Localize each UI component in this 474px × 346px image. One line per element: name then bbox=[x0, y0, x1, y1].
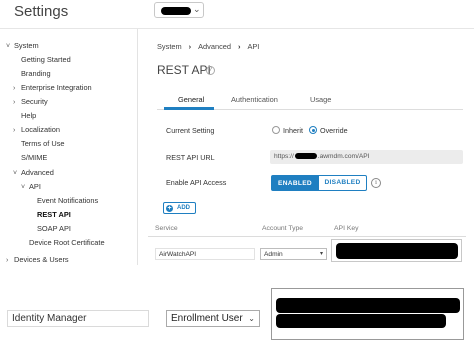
sidebar-item-enterprise-integration[interactable]: › Enterprise Integration bbox=[13, 83, 92, 92]
sidebar-item-label: REST API bbox=[37, 210, 71, 219]
breadcrumb-item-system[interactable]: System bbox=[157, 42, 182, 51]
column-header-api-key: API Key bbox=[334, 225, 359, 232]
tab-usage[interactable]: Usage bbox=[310, 95, 331, 104]
sidebar-item-label: Getting Started bbox=[21, 55, 71, 64]
sidebar-item-label: API bbox=[29, 182, 41, 191]
page-title: REST API bbox=[157, 63, 211, 77]
info-circle-icon[interactable]: i bbox=[371, 178, 381, 188]
inherit-label[interactable]: Inherit bbox=[283, 126, 303, 135]
tab-general[interactable]: General bbox=[178, 95, 204, 104]
chevron-right-icon: › bbox=[188, 42, 192, 51]
sidebar-item-label: System bbox=[14, 41, 39, 50]
sidebar-item-smime[interactable]: S/MIME bbox=[21, 153, 47, 162]
api-key-field[interactable] bbox=[271, 288, 464, 340]
url-prefix: https:// bbox=[274, 153, 294, 160]
chevron-down-icon: ⌄ bbox=[193, 4, 201, 14]
sidebar-item-rest-api[interactable]: REST API bbox=[37, 210, 71, 219]
active-tab-indicator bbox=[164, 107, 214, 110]
column-header-service: Service bbox=[155, 225, 178, 232]
organization-group-selector[interactable]: ⌄ bbox=[154, 2, 204, 18]
chevron-down-icon: ˅ bbox=[6, 43, 11, 50]
header-divider bbox=[0, 28, 474, 29]
chevron-right-icon: › bbox=[13, 85, 16, 92]
chevron-right-icon: › bbox=[13, 99, 16, 106]
chevron-down-icon: ▾ bbox=[319, 251, 323, 257]
sidebar-item-label: Event Notifications bbox=[37, 196, 99, 205]
plus-circle-icon: + bbox=[166, 204, 173, 212]
redacted-url-segment bbox=[294, 153, 317, 160]
rest-api-url-field: https:// .awmdm.com/API bbox=[270, 150, 463, 164]
sidebar-item-label: SOAP API bbox=[37, 224, 71, 233]
api-key-field[interactable] bbox=[331, 239, 462, 262]
sidebar-item-system[interactable]: ˅ System bbox=[6, 41, 39, 50]
sidebar-item-terms-of-use[interactable]: Terms of Use bbox=[21, 139, 65, 148]
tab-authentication[interactable]: Authentication bbox=[231, 95, 278, 104]
chevron-right-icon: › bbox=[13, 127, 16, 134]
breadcrumb-item-advanced[interactable]: Advanced bbox=[198, 42, 231, 51]
table-header-divider bbox=[148, 236, 466, 237]
sidebar-item-localization[interactable]: › Localization bbox=[13, 125, 60, 134]
chevron-right-icon: › bbox=[237, 42, 241, 51]
chevron-down-icon: ˅ bbox=[21, 184, 26, 191]
chevron-down-icon: ⌄ bbox=[248, 314, 255, 323]
rest-api-url-label: REST API URL bbox=[166, 153, 215, 162]
account-type-select[interactable]: Admin ▾ bbox=[260, 248, 327, 260]
sidebar-item-label: S/MIME bbox=[21, 153, 48, 162]
add-button-label: ADD bbox=[177, 204, 190, 211]
disabled-toggle-button[interactable]: DISABLED bbox=[319, 175, 367, 191]
sidebar-item-label: Branding bbox=[21, 69, 51, 78]
service-name-value: Identity Manager bbox=[12, 313, 87, 324]
account-type-value: Enrollment User bbox=[171, 313, 243, 324]
sidebar-item-label: Devices & Users bbox=[14, 255, 69, 264]
chevron-right-icon: › bbox=[6, 257, 9, 264]
sidebar-item-event-notifications[interactable]: Event Notifications bbox=[37, 196, 98, 205]
sidebar-divider bbox=[137, 29, 138, 265]
sidebar-item-label: Help bbox=[21, 111, 37, 120]
add-button[interactable]: + ADD bbox=[163, 202, 196, 214]
sidebar-item-getting-started[interactable]: Getting Started bbox=[21, 55, 71, 64]
account-type-select[interactable]: Enrollment User ⌄ bbox=[166, 310, 260, 327]
service-name-input[interactable]: AirWatchAPI bbox=[155, 248, 255, 260]
sidebar-item-api[interactable]: ˅ API bbox=[21, 182, 41, 191]
sidebar-item-label: Security bbox=[21, 97, 48, 106]
sidebar-item-label: Enterprise Integration bbox=[21, 83, 92, 92]
redacted-organization-name bbox=[161, 7, 191, 15]
sidebar-item-soap-api[interactable]: SOAP API bbox=[37, 224, 71, 233]
sidebar-item-label: Advanced bbox=[21, 168, 54, 177]
question-circle-icon[interactable]: ? bbox=[206, 66, 215, 75]
chevron-down-icon: ˅ bbox=[13, 170, 18, 177]
inherit-radio[interactable] bbox=[272, 126, 280, 134]
account-type-value: Admin bbox=[264, 251, 283, 258]
sidebar-item-devices-users[interactable]: › Devices & Users bbox=[6, 255, 69, 264]
sidebar-item-branding[interactable]: Branding bbox=[21, 69, 51, 78]
redacted-api-key bbox=[336, 243, 458, 259]
enabled-toggle-button[interactable]: ENABLED bbox=[271, 175, 319, 191]
column-header-account-type: Account Type bbox=[262, 225, 304, 232]
sidebar-item-help[interactable]: Help bbox=[21, 111, 36, 120]
sidebar-item-label: Device Root Certificate bbox=[29, 238, 105, 247]
sidebar-item-advanced[interactable]: ˅ Advanced bbox=[13, 168, 54, 177]
override-label[interactable]: Override bbox=[320, 126, 348, 135]
service-name-input[interactable]: Identity Manager bbox=[7, 310, 149, 327]
redacted-api-key bbox=[276, 314, 446, 328]
breadcrumb: System › Advanced › API bbox=[157, 42, 259, 51]
sidebar-item-device-root-certificate[interactable]: Device Root Certificate bbox=[29, 238, 105, 247]
sidebar-item-security[interactable]: › Security bbox=[13, 97, 48, 106]
sidebar-item-label: Terms of Use bbox=[21, 139, 65, 148]
app-title: Settings bbox=[14, 3, 69, 20]
enable-api-access-label: Enable API Access bbox=[166, 178, 227, 187]
current-setting-label: Current Setting bbox=[166, 126, 215, 135]
service-name-value: AirWatchAPI bbox=[159, 251, 197, 258]
sidebar-item-label: Localization bbox=[21, 125, 61, 134]
url-suffix: .awmdm.com/API bbox=[317, 153, 370, 160]
redacted-api-key bbox=[276, 298, 460, 313]
override-radio[interactable] bbox=[309, 126, 317, 134]
breadcrumb-item-api[interactable]: API bbox=[247, 42, 259, 51]
